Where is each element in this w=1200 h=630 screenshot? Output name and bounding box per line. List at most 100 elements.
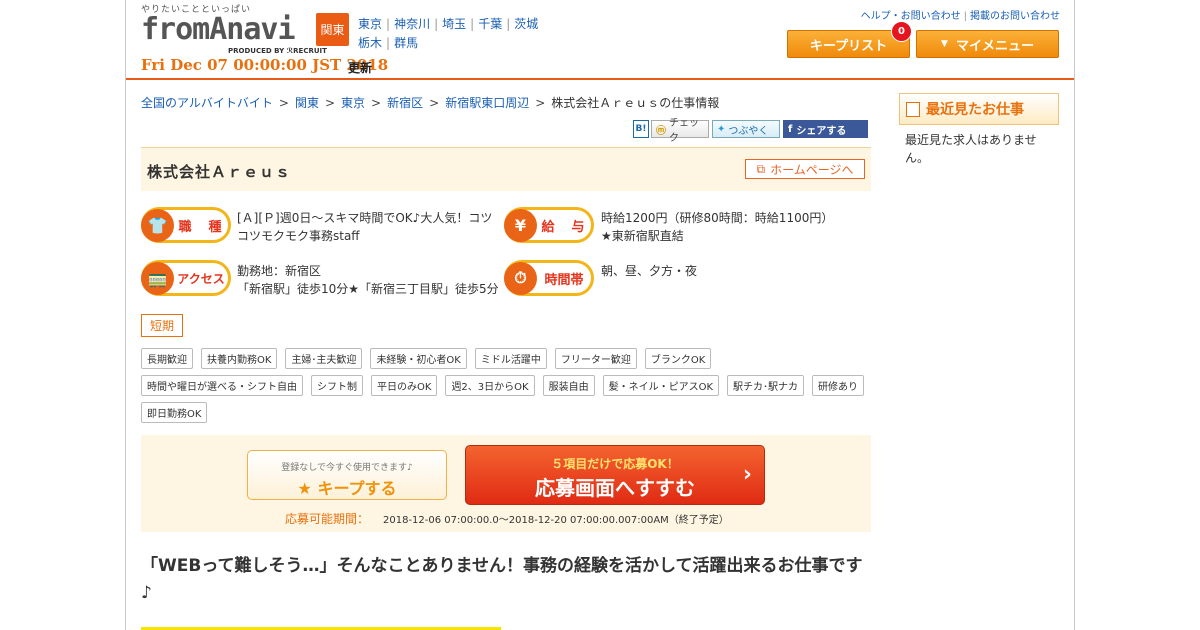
yen-icon: ¥: [504, 208, 537, 242]
feature-tag: 服装自由: [542, 375, 595, 396]
mixi-check-label: チェック: [669, 118, 699, 144]
pref-link-chiba[interactable]: 千葉: [478, 17, 502, 31]
feature-tag: 時間や曜日が選べる・シフト自由: [141, 375, 303, 396]
recent-jobs-sidebar: 最近見たお仕事 最近見た求人はありません。: [899, 93, 1059, 173]
pref-link-tochigi[interactable]: 栃木: [358, 36, 382, 50]
train-icon: 🚃: [141, 261, 174, 295]
recent-jobs-title-bar: 最近見たお仕事: [899, 93, 1059, 125]
application-period-label: 応募可能期間：: [285, 512, 370, 526]
job-type-pill: 👕 職 種: [141, 207, 231, 243]
breadcrumb-link[interactable]: 関東: [295, 96, 319, 110]
feature-tag: ブランクOK: [644, 348, 712, 369]
breadcrumb-link[interactable]: 全国のアルバイトバイト: [141, 96, 273, 110]
company-name: 株式会社Ａｒｅｕｓ: [147, 163, 292, 181]
help-link[interactable]: ヘルプ・お問い合わせ: [861, 11, 961, 22]
site-header: やりたいことといっぱい fromAnavi PRODUCED BY ℛRECRU…: [126, 0, 1074, 80]
mixi-icon: ⓜ: [656, 125, 666, 137]
mymenu-label: マイメニュー: [955, 38, 1034, 54]
time-pill: ⏱ 時間帯: [504, 260, 594, 296]
feature-tag: 髪・ネイル・ピアスOK: [602, 375, 720, 396]
update-suffix: 更新: [348, 61, 373, 75]
hatena-bookmark-button[interactable]: B!: [633, 120, 649, 138]
prefecture-row-2: 栃木 | 群馬: [358, 36, 419, 50]
chevron-right-icon: ›: [742, 462, 752, 487]
breadcrumb-link[interactable]: 新宿駅東口周辺: [445, 96, 529, 110]
time-value: 朝、昼、夕方・夜: [601, 264, 698, 278]
salary-note: ★東新宿駅直結: [601, 229, 684, 243]
feature-tag: 研修あり: [812, 375, 865, 396]
salary-info: 時給1200円（研修80時間：時給1100円） ★東新宿駅直結: [601, 209, 861, 245]
region-badge[interactable]: 関東: [316, 13, 349, 46]
twitter-bird-icon: ✦: [717, 123, 726, 135]
recent-jobs-empty: 最近見た求人はありません。: [905, 133, 1037, 165]
keeplist-count-badge: 0: [891, 21, 912, 42]
facebook-icon: f: [788, 123, 793, 135]
company-header: 株式会社Ａｒｅｕｓ ⧉ ホームページへ: [141, 147, 871, 191]
feature-tag: 長期歓迎: [141, 348, 193, 369]
document-icon: [906, 101, 920, 117]
site-logo[interactable]: fromAnavi: [141, 12, 296, 47]
external-window-icon: ⧉: [756, 161, 766, 176]
shirt-icon: 👕: [141, 208, 174, 242]
top-links: ヘルプ・お問い合わせ | 掲載のお問い合わせ: [860, 11, 1060, 22]
job-headline: 「WEBって難しそう…」そんなことありません！事務の経験を活かして活躍出来るお仕…: [141, 556, 863, 603]
pref-link-kanagawa[interactable]: 神奈川: [394, 17, 430, 31]
feature-tag: 未経験・初心者OK: [370, 348, 467, 369]
term-badge: 短期: [141, 314, 183, 337]
star-icon: ★: [297, 479, 312, 498]
job-type-value: [Ａ][Ｐ]週0日～スキマ時間でOK♪大人気！コツコツモクモク事務staff: [237, 211, 493, 243]
feature-tag: 扶養内勤務OK: [201, 348, 278, 369]
feature-tag: シフト制: [311, 375, 363, 396]
keep-note: 登録なしで今すぐ使用できます♪: [281, 463, 413, 473]
pref-link-saitama[interactable]: 埼玉: [442, 17, 466, 31]
access-stations: 「新宿駅」徒歩10分★「新宿三丁目駅」徒歩5分: [237, 282, 499, 296]
listing-inquiry-link[interactable]: 掲載のお問い合わせ: [970, 11, 1060, 22]
feature-tag: 主婦･主夫歓迎: [285, 348, 363, 369]
mymenu-button[interactable]: ▼ マイメニュー: [916, 30, 1059, 58]
feature-tag: ミドル活躍中: [474, 348, 547, 369]
apply-panel: 登録なしで今すぐ使用できます♪ ★ キープする ５項目だけで応募OK！ 応募画面…: [141, 435, 871, 532]
time-label: 時間帯: [544, 272, 584, 288]
apply-button[interactable]: ５項目だけで応募OK！ 応募画面へすすむ ›: [465, 445, 765, 505]
keep-label: キープする: [317, 479, 397, 498]
salary-label: 給 与: [541, 219, 587, 235]
breadcrumb: 全国のアルバイトバイト > 関東 > 東京 > 新宿区 > 新宿駅東口周辺 > 株式会社Ａｒｅｕｓの…: [141, 96, 720, 110]
feature-tag: 週2、3日からOK: [445, 375, 535, 396]
pref-link-ibaraki[interactable]: 茨城: [514, 17, 538, 31]
keeplist-label: キープリスト: [809, 38, 888, 54]
feature-tag: 駅チカ･駅ナカ: [727, 375, 805, 396]
feature-tag: 即日勤務OK: [141, 402, 208, 423]
application-period-value: 2018-12-06 07:00:00.0～2018-12-20 07:00:0…: [383, 515, 729, 526]
feature-tag: フリーター歓迎: [554, 348, 637, 369]
homepage-button[interactable]: ⧉ ホームページへ: [745, 159, 865, 179]
facebook-share-button[interactable]: f シェアする: [783, 120, 868, 138]
tweet-button[interactable]: ✦ つぶやく: [712, 120, 780, 138]
keep-button[interactable]: 登録なしで今すぐ使用できます♪ ★ キープする: [247, 450, 447, 500]
prefecture-row-1: 東京 | 神奈川 | 埼玉 | 千葉 | 茨城: [358, 17, 539, 31]
mixi-check-button[interactable]: ⓜ チェック: [651, 118, 709, 144]
pref-link-gunma[interactable]: 群馬: [394, 36, 418, 50]
recruit-credit: PRODUCED BY ℛRECRUIT: [228, 47, 327, 55]
salary-value: 時給1200円（研修80時間：時給1100円）: [601, 211, 834, 225]
access-label: アクセス: [177, 271, 225, 286]
tweet-label: つぶやく: [728, 125, 769, 137]
access-pill: 🚃 アクセス: [141, 260, 231, 296]
share-label: シェアする: [796, 125, 847, 137]
apply-note: ５項目だけで応募OK！: [551, 457, 679, 471]
homepage-label: ホームページへ: [770, 162, 854, 177]
access-info: 勤務地：新宿区 「新宿駅」徒歩10分★「新宿三丁目駅」徒歩5分: [237, 262, 499, 298]
salary-pill: ¥ 給 与: [504, 207, 594, 243]
breadcrumb-link[interactable]: 東京: [341, 96, 365, 110]
breadcrumb-link[interactable]: 新宿区: [387, 96, 423, 110]
apply-label: 応募画面へすすむ: [535, 476, 695, 500]
keep-label-row: ★ キープする: [248, 475, 446, 499]
page-frame: やりたいことといっぱい fromAnavi PRODUCED BY ℛRECRU…: [125, 0, 1075, 630]
pref-link-tokyo[interactable]: 東京: [358, 17, 382, 31]
recent-jobs-title: 最近見たお仕事: [926, 102, 1024, 118]
caret-icon: ▼: [941, 39, 948, 49]
feature-tag: 平日のみOK: [371, 375, 438, 396]
job-type-label: 職 種: [178, 219, 224, 235]
feature-tags: 長期歓迎 扶養内勤務OK 主婦･主夫歓迎 未経験・初心者OK ミドル活躍中 フリ…: [141, 348, 876, 423]
clock-icon: ⏱: [504, 261, 537, 295]
access-location: 勤務地：新宿区: [237, 264, 322, 278]
